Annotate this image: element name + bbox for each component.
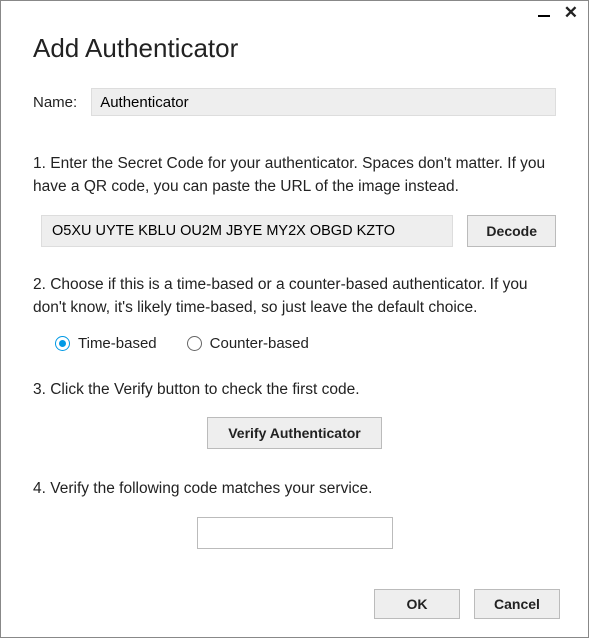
- dialog-footer: OK Cancel: [374, 589, 560, 619]
- secret-row: Decode: [41, 215, 556, 247]
- dialog-title: Add Authenticator: [33, 33, 556, 64]
- radio-time-based[interactable]: Time-based: [55, 335, 157, 352]
- code-input[interactable]: [197, 517, 393, 549]
- ok-button[interactable]: OK: [374, 589, 460, 619]
- titlebar-controls: ✕: [538, 7, 578, 19]
- radio-counter-based[interactable]: Counter-based: [187, 335, 309, 352]
- radio-icon-unselected: [187, 336, 202, 351]
- cancel-button[interactable]: Cancel: [474, 589, 560, 619]
- step-2-text: 2. Choose if this is a time-based or a c…: [33, 273, 556, 320]
- name-row: Name:: [33, 88, 556, 116]
- radio-row: Time-based Counter-based: [55, 335, 556, 352]
- radio-counter-label: Counter-based: [210, 335, 309, 352]
- name-label: Name:: [33, 94, 77, 111]
- code-row: [33, 517, 556, 549]
- step-1-text: 1. Enter the Secret Code for your authen…: [33, 152, 556, 199]
- close-icon[interactable]: ✕: [564, 7, 578, 19]
- verify-button[interactable]: Verify Authenticator: [207, 417, 382, 449]
- dialog-content: Add Authenticator Name: 1. Enter the Sec…: [1, 1, 588, 579]
- verify-row: Verify Authenticator: [33, 417, 556, 449]
- step-3-text: 3. Click the Verify button to check the …: [33, 378, 556, 401]
- name-input[interactable]: [91, 88, 556, 116]
- minimize-icon[interactable]: [538, 7, 550, 19]
- radio-icon-selected: [55, 336, 70, 351]
- step-4-text: 4. Verify the following code matches you…: [33, 477, 556, 500]
- radio-time-label: Time-based: [78, 335, 157, 352]
- secret-input[interactable]: [41, 215, 453, 247]
- decode-button[interactable]: Decode: [467, 215, 556, 247]
